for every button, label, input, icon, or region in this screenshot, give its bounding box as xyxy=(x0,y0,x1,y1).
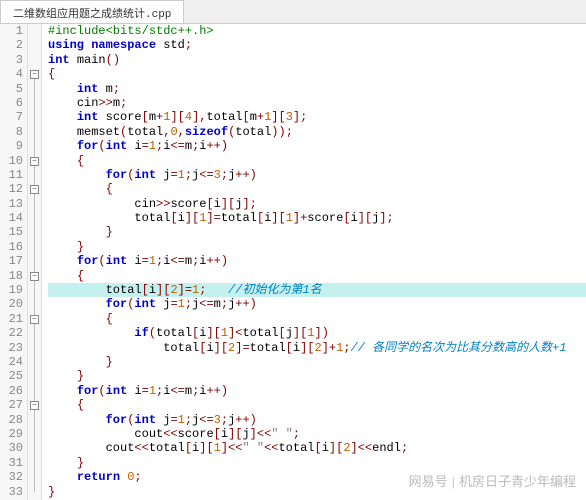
line-number: 32 xyxy=(0,470,23,484)
line-number: 7 xyxy=(0,110,23,124)
code-line: total[i][2]=total[i][2]+1;// 各同学的名次为比其分数… xyxy=(48,341,586,355)
code-line-highlighted: total[i][2]=1; //初始化为第1名 xyxy=(48,283,586,297)
line-number: 24 xyxy=(0,355,23,369)
line-number: 21 xyxy=(0,312,23,326)
line-number: 17 xyxy=(0,254,23,268)
line-number: 19 xyxy=(0,283,23,297)
code-line: memset(total,0,sizeof(total)); xyxy=(48,125,586,139)
code-line: } xyxy=(48,355,586,369)
watermark: 网易号|机房日子青少年编程 xyxy=(409,471,576,490)
code-line: using namespace std; xyxy=(48,38,586,52)
fold-toggle-icon[interactable]: − xyxy=(30,185,39,194)
line-number: 3 xyxy=(0,53,23,67)
line-number: 6 xyxy=(0,96,23,110)
watermark-brand: 网易号 xyxy=(409,474,448,489)
code-line: for(int i=1;i<=m;i++) xyxy=(48,384,586,398)
code-line: { xyxy=(48,312,586,326)
line-number: 18 xyxy=(0,269,23,283)
code-area[interactable]: #include<bits/stdc++.h> using namespace … xyxy=(42,24,586,500)
code-line: { xyxy=(48,398,586,412)
code-line: if(total[i][1]<total[j][1]) xyxy=(48,326,586,340)
code-line: for(int i=1;i<=m;i++) xyxy=(48,139,586,153)
fold-toggle-icon[interactable]: − xyxy=(30,401,39,410)
line-number: 26 xyxy=(0,384,23,398)
code-line: { xyxy=(48,154,586,168)
code-line: cin>>m; xyxy=(48,96,586,110)
line-number: 16 xyxy=(0,240,23,254)
line-number: 25 xyxy=(0,369,23,383)
tab-bar: 二维数组应用题之成绩统计.cpp xyxy=(0,0,586,24)
line-number: 20 xyxy=(0,297,23,311)
code-line: } xyxy=(48,225,586,239)
line-number: 29 xyxy=(0,427,23,441)
line-number: 30 xyxy=(0,441,23,455)
code-line: cout<<score[i][j]<<" "; xyxy=(48,427,586,441)
code-line: cin>>score[i][j]; xyxy=(48,197,586,211)
line-number: 12 xyxy=(0,182,23,196)
code-line: int main() xyxy=(48,53,586,67)
line-number: 2 xyxy=(0,38,23,52)
code-line: int score[m+1][4],total[m+1][3]; xyxy=(48,110,586,124)
code-line: cout<<total[i][1]<<" "<<total[i][2]<<end… xyxy=(48,441,586,455)
line-number: 5 xyxy=(0,82,23,96)
code-line: { xyxy=(48,182,586,196)
fold-column: − − − − − − xyxy=(28,24,42,500)
fold-toggle-icon[interactable]: − xyxy=(30,157,39,166)
line-number: 13 xyxy=(0,197,23,211)
code-line: { xyxy=(48,67,586,81)
file-tab[interactable]: 二维数组应用题之成绩统计.cpp xyxy=(0,0,184,23)
line-gutter: 1234567891011121314151617181920212223242… xyxy=(0,24,28,500)
line-number: 8 xyxy=(0,125,23,139)
code-line: } xyxy=(48,369,586,383)
watermark-author: 机房日子青少年编程 xyxy=(459,474,576,489)
code-line: #include<bits/stdc++.h> xyxy=(48,24,586,38)
fold-toggle-icon[interactable]: − xyxy=(30,70,39,79)
line-number: 23 xyxy=(0,341,23,355)
line-number: 4 xyxy=(0,67,23,81)
code-line: for(int j=1;j<=3;j++) xyxy=(48,413,586,427)
line-number: 31 xyxy=(0,456,23,470)
line-number: 22 xyxy=(0,326,23,340)
code-editor[interactable]: 1234567891011121314151617181920212223242… xyxy=(0,24,586,500)
code-line: } xyxy=(48,456,586,470)
line-number: 9 xyxy=(0,139,23,153)
code-line: for(int i=1;i<=m;i++) xyxy=(48,254,586,268)
code-line: { xyxy=(48,269,586,283)
line-number: 11 xyxy=(0,168,23,182)
line-number: 14 xyxy=(0,211,23,225)
fold-toggle-icon[interactable]: − xyxy=(30,315,39,324)
code-line: for(int j=1;j<=3;j++) xyxy=(48,168,586,182)
code-line: for(int j=1;j<=m;j++) xyxy=(48,297,586,311)
code-line: total[i][1]=total[i][1]+score[i][j]; xyxy=(48,211,586,225)
line-number: 1 xyxy=(0,24,23,38)
fold-toggle-icon[interactable]: − xyxy=(30,272,39,281)
code-line: int m; xyxy=(48,82,586,96)
line-number: 10 xyxy=(0,154,23,168)
line-number: 28 xyxy=(0,413,23,427)
code-line: } xyxy=(48,240,586,254)
line-number: 15 xyxy=(0,225,23,239)
line-number: 27 xyxy=(0,398,23,412)
line-number: 33 xyxy=(0,485,23,499)
